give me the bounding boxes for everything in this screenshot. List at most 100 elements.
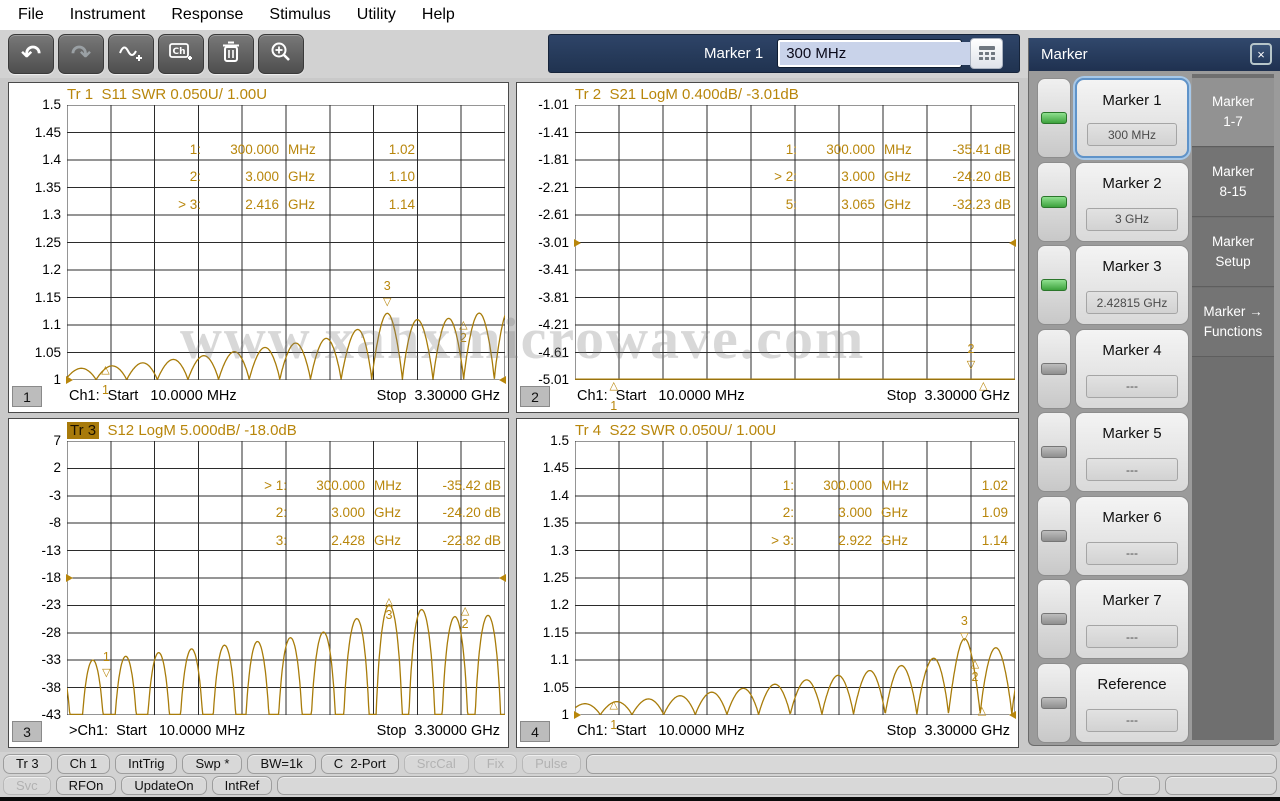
marker-toggle-8[interactable] <box>1037 663 1071 743</box>
menu-item-stimulus[interactable]: Stimulus <box>257 3 342 27</box>
marker-readout: 1:300.000MHz1.022:3.000GHz1.10> 3:2.416G… <box>161 136 415 219</box>
marker-7-button[interactable]: Marker 7 --- <box>1075 579 1189 659</box>
status-pill-intref[interactable]: IntRef <box>212 776 273 796</box>
readout-cell: -35.42 dB <box>409 472 501 499</box>
status-pill-swp-[interactable]: Swp * <box>182 754 242 774</box>
tab-label-line2: 1-7 <box>1223 112 1243 132</box>
y-axis-label: -33 <box>41 652 61 667</box>
menu-bar: FileInstrumentResponseStimulusUtilityHel… <box>0 0 1280 30</box>
readout-cell: 2: <box>161 163 201 191</box>
marker-button-value: --- <box>1086 625 1178 648</box>
marker-2-button[interactable]: Marker 23 GHz <box>1075 162 1189 242</box>
readout-cell: 3: <box>247 527 287 554</box>
readout-cell: 1.02 <box>916 472 1008 499</box>
tab-marker-setup[interactable]: MarkerSetup <box>1192 218 1274 287</box>
y-axis-label: -38 <box>41 680 61 695</box>
status-pill-rfon[interactable]: RFOn <box>56 776 117 796</box>
marker-row-7: Marker 7 --- <box>1037 579 1189 659</box>
trace-label[interactable]: Tr 1 <box>67 86 93 103</box>
add-trace-button[interactable] <box>108 34 154 74</box>
trace-title-3[interactable]: Tr 3 S12 LogM 5.000dB/ -18.0dB <box>67 422 297 439</box>
trace-title-1[interactable]: Tr 1 S11 SWR 0.050U/ 1.00U <box>67 86 267 103</box>
marker-toggle-2[interactable] <box>1037 162 1071 242</box>
marker-button-label: Marker 5 <box>1076 425 1188 442</box>
marker-toggle-4[interactable] <box>1037 329 1071 409</box>
marker-4-button[interactable]: Marker 4--- <box>1075 329 1189 409</box>
status-pill-updateon[interactable]: UpdateOn <box>121 776 206 796</box>
y-axis-label: -28 <box>41 625 61 640</box>
channel-number-tab[interactable]: 2 <box>520 386 550 407</box>
y-axis-label: -4.61 <box>538 345 569 360</box>
redo-button: ↷ <box>58 34 104 74</box>
status-pill-tr-3[interactable]: Tr 3 <box>3 754 52 774</box>
measurement-label: S12 LogM 5.000dB/ -18.0dB <box>99 422 297 439</box>
delete-icon <box>221 41 241 67</box>
y-axis-label: 1 <box>561 707 569 722</box>
marker-toggle-5[interactable] <box>1037 412 1071 492</box>
y-axis-label: -2.21 <box>538 180 569 195</box>
y-axis-label: 1.2 <box>550 597 569 612</box>
y-axis-label: -3.81 <box>538 290 569 305</box>
menu-item-instrument[interactable]: Instrument <box>58 3 158 27</box>
tab-marker-1-7[interactable]: Marker1-7 <box>1192 78 1274 147</box>
delete-button[interactable] <box>208 34 254 74</box>
marker-button-label: Marker 7 <box>1076 592 1188 609</box>
channel-number-tab[interactable]: 1 <box>12 386 42 407</box>
undo-button[interactable]: ↶ <box>8 34 54 74</box>
tab-marker-functions[interactable]: Marker →Functions <box>1192 288 1274 357</box>
trace-label[interactable]: Tr 2 <box>575 86 601 103</box>
y-axis-label: 1 <box>53 372 61 387</box>
status-pill-empty <box>277 776 1113 796</box>
marker-frequency-input[interactable] <box>780 42 985 65</box>
entry-bar-label: Marker 1 <box>704 45 763 62</box>
add-channel-button[interactable]: Ch <box>158 34 204 74</box>
close-icon[interactable]: × <box>1250 43 1272 65</box>
axis-stop-label: Stop 3.30000 GHz <box>887 388 1010 404</box>
status-pill-c-2-port[interactable]: C 2-Port <box>321 754 399 774</box>
marker-3-button[interactable]: Marker 32.42815 GHz <box>1075 245 1189 325</box>
marker-toggle-3[interactable] <box>1037 245 1071 325</box>
led-on-icon <box>1041 279 1067 291</box>
y-axis-label: -43 <box>41 707 61 722</box>
readout-cell: 1: <box>757 136 797 164</box>
menu-item-help[interactable]: Help <box>410 3 467 27</box>
menu-item-utility[interactable]: Utility <box>345 3 408 27</box>
marker-button-value: --- <box>1086 542 1178 565</box>
trace-title-2[interactable]: Tr 2 S21 LogM 0.400dB/ -3.01dB <box>575 86 799 103</box>
channel-number-tab[interactable]: 3 <box>12 721 42 742</box>
readout-cell: -24.20 dB <box>919 163 1011 191</box>
menu-item-file[interactable]: File <box>6 3 56 27</box>
tab-marker-8-15[interactable]: Marker8-15 <box>1192 148 1274 217</box>
plot-panel-1: Tr 1 S11 SWR 0.050U/ 1.00U1.51.451.41.35… <box>8 82 509 413</box>
reference-button[interactable]: Reference--- <box>1075 663 1189 743</box>
status-pill-inttrig[interactable]: IntTrig <box>115 754 177 774</box>
status-pill-ch-1[interactable]: Ch 1 <box>57 754 110 774</box>
undo-icon: ↶ <box>21 42 41 66</box>
tab-label-line1: Marker → <box>1203 302 1262 322</box>
axis-start-label: Ch1: Start 10.0000 MHz <box>577 723 745 739</box>
channel-number-tab[interactable]: 4 <box>520 721 550 742</box>
zoom-in-button[interactable] <box>258 34 304 74</box>
led-off-icon <box>1041 446 1067 458</box>
readout-cell: 1.14 <box>323 191 415 219</box>
marker-toggle-7[interactable] <box>1037 579 1071 659</box>
marker-row-6: Marker 6--- <box>1037 496 1189 576</box>
axis-stop-label: Stop 3.30000 GHz <box>377 388 500 404</box>
marker-6-button[interactable]: Marker 6--- <box>1075 496 1189 576</box>
status-pill-bw-1k[interactable]: BW=1k <box>247 754 315 774</box>
readout-cell: GHz <box>875 191 919 219</box>
marker-5-button[interactable]: Marker 5--- <box>1075 412 1189 492</box>
trace-title-4[interactable]: Tr 4 S22 SWR 0.050U/ 1.00U <box>575 422 776 439</box>
menu-item-response[interactable]: Response <box>159 3 255 27</box>
marker-toggle-1[interactable] <box>1037 78 1071 158</box>
add-channel-icon: Ch <box>169 41 193 67</box>
marker-toggle-6[interactable] <box>1037 496 1071 576</box>
trace-label[interactable]: Tr 3 <box>67 422 99 439</box>
plot-panel-4: Tr 4 S22 SWR 0.050U/ 1.00U1.51.451.41.35… <box>516 418 1019 748</box>
keypad-icon <box>978 46 996 62</box>
marker-1-button[interactable]: Marker 1300 MHz <box>1075 78 1189 158</box>
led-off-icon <box>1041 697 1067 709</box>
keypad-button[interactable] <box>970 38 1003 69</box>
trace-label[interactable]: Tr 4 <box>575 422 601 439</box>
y-axis-label: -23 <box>41 597 61 612</box>
